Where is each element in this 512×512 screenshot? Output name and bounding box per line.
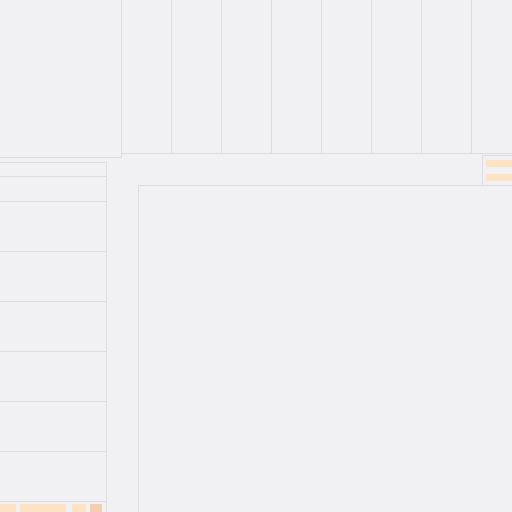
column-bottom-border — [122, 153, 512, 154]
column-divider — [371, 0, 372, 153]
event-block[interactable] — [0, 504, 16, 512]
column-divider — [221, 0, 222, 153]
column-divider — [171, 0, 172, 153]
event-block[interactable] — [90, 504, 102, 512]
row-divider — [0, 176, 107, 177]
column-divider — [421, 0, 422, 153]
row-divider — [0, 501, 107, 502]
row-divider — [0, 251, 107, 252]
column-divider — [271, 0, 272, 153]
event-block[interactable] — [20, 504, 66, 512]
row-divider — [0, 162, 107, 163]
row-divider — [0, 451, 107, 452]
event-block[interactable] — [72, 504, 86, 512]
column-divider — [321, 0, 322, 153]
row-divider — [0, 201, 107, 202]
row-divider — [0, 301, 107, 302]
main-canvas[interactable] — [138, 185, 512, 512]
top-left-panel — [0, 0, 122, 158]
event-block[interactable] — [486, 174, 512, 181]
corner-event-cell[interactable] — [482, 155, 512, 185]
column-divider — [471, 0, 472, 153]
row-divider — [0, 401, 107, 402]
event-block[interactable] — [486, 160, 512, 167]
row-divider — [0, 351, 107, 352]
row-list — [0, 162, 107, 512]
